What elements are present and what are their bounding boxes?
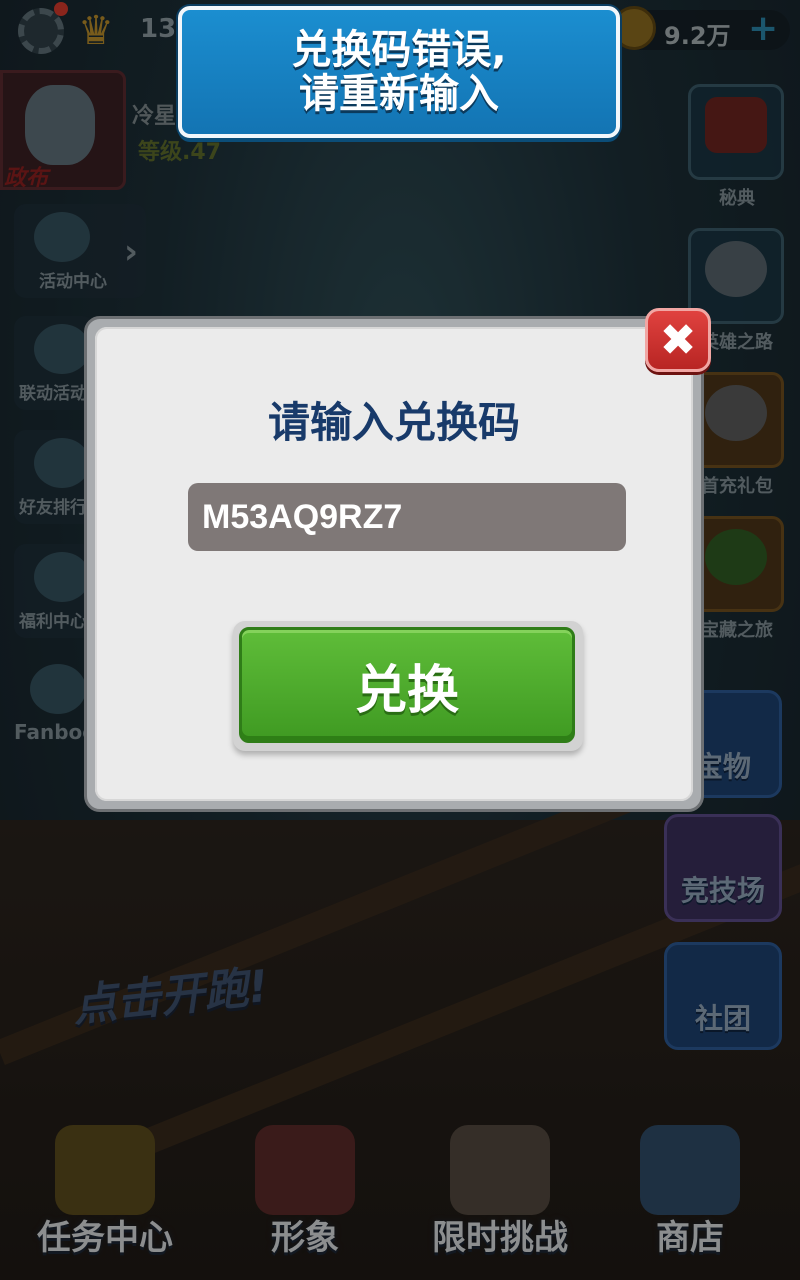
close-dialog-button[interactable]: ✖ xyxy=(645,308,711,372)
error-toast: 兑换码错误, 请重新输入 xyxy=(178,6,620,138)
redeem-code-dialog: 请输入兑换码 兑换 xyxy=(84,316,704,812)
close-icon: ✖ xyxy=(659,314,697,366)
dialog-title: 请输入兑换码 xyxy=(267,398,520,447)
error-message: 兑换码错误, 请重新输入 xyxy=(291,27,507,117)
dialog-body: 请输入兑换码 兑换 xyxy=(95,327,693,801)
redeem-button[interactable]: 兑换 xyxy=(239,627,575,743)
redeem-code-input[interactable] xyxy=(188,483,626,551)
redeem-button-frame: 兑换 xyxy=(233,621,583,751)
